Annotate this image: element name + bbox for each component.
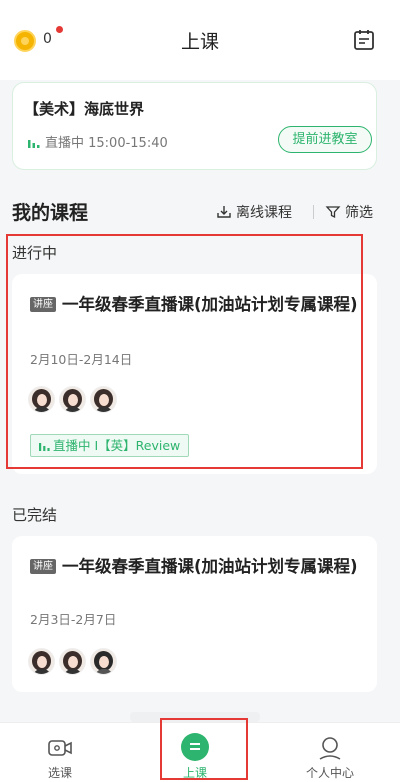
highlight-box [160, 718, 248, 780]
tab-label: 个人中心 [305, 766, 354, 780]
divider [313, 205, 314, 219]
offline-courses-label: 离线课程 [236, 205, 292, 221]
offline-courses-button[interactable]: 离线课程 [216, 202, 292, 222]
course-dates: 2月3日-2月7日 [30, 612, 117, 627]
tab-personal-center[interactable]: 个人中心 [275, 723, 385, 782]
video-camera-icon [48, 740, 72, 756]
finished-course-card[interactable]: 讲座 一年级春季直播课(加油站计划专属课程) 2月3日-2月7日 [12, 536, 377, 692]
download-icon [217, 206, 231, 218]
enter-classroom-early-button[interactable]: 提前进教室 [278, 126, 372, 153]
teacher-avatars [28, 648, 121, 676]
live-class-title: 【美术】海底世界 [24, 100, 145, 118]
course-title: 讲座 一年级春季直播课(加油站计划专属课程) [30, 554, 365, 579]
tab-label: 选课 [47, 766, 72, 780]
highlight-box [6, 234, 363, 469]
avatar [28, 648, 55, 675]
finished-label: 已完结 [12, 506, 58, 524]
live-class-card[interactable]: 【美术】海底世界 直播中 15:00-15:40 提前进教室 [12, 82, 377, 170]
live-bars-icon [28, 140, 40, 148]
filter-button[interactable]: 筛选 [325, 202, 373, 222]
avatar [59, 648, 86, 675]
course-title-text: 一年级春季直播课(加油站计划专属课程) [62, 557, 358, 576]
header: 0 上课 [0, 0, 400, 80]
live-class-time: 直播中 15:00-15:40 [45, 136, 168, 151]
filter-icon [325, 206, 341, 219]
my-courses-title: 我的课程 [12, 202, 89, 224]
course-type-tag: 讲座 [30, 559, 56, 574]
page-title: 上课 [180, 31, 219, 53]
filter-label: 筛选 [345, 205, 373, 221]
avatar [90, 648, 117, 675]
calendar-icon[interactable] [352, 28, 376, 52]
tab-select-course[interactable]: 选课 [5, 723, 115, 782]
live-class-status: 直播中 15:00-15:40 [28, 132, 168, 151]
person-icon [319, 737, 341, 760]
